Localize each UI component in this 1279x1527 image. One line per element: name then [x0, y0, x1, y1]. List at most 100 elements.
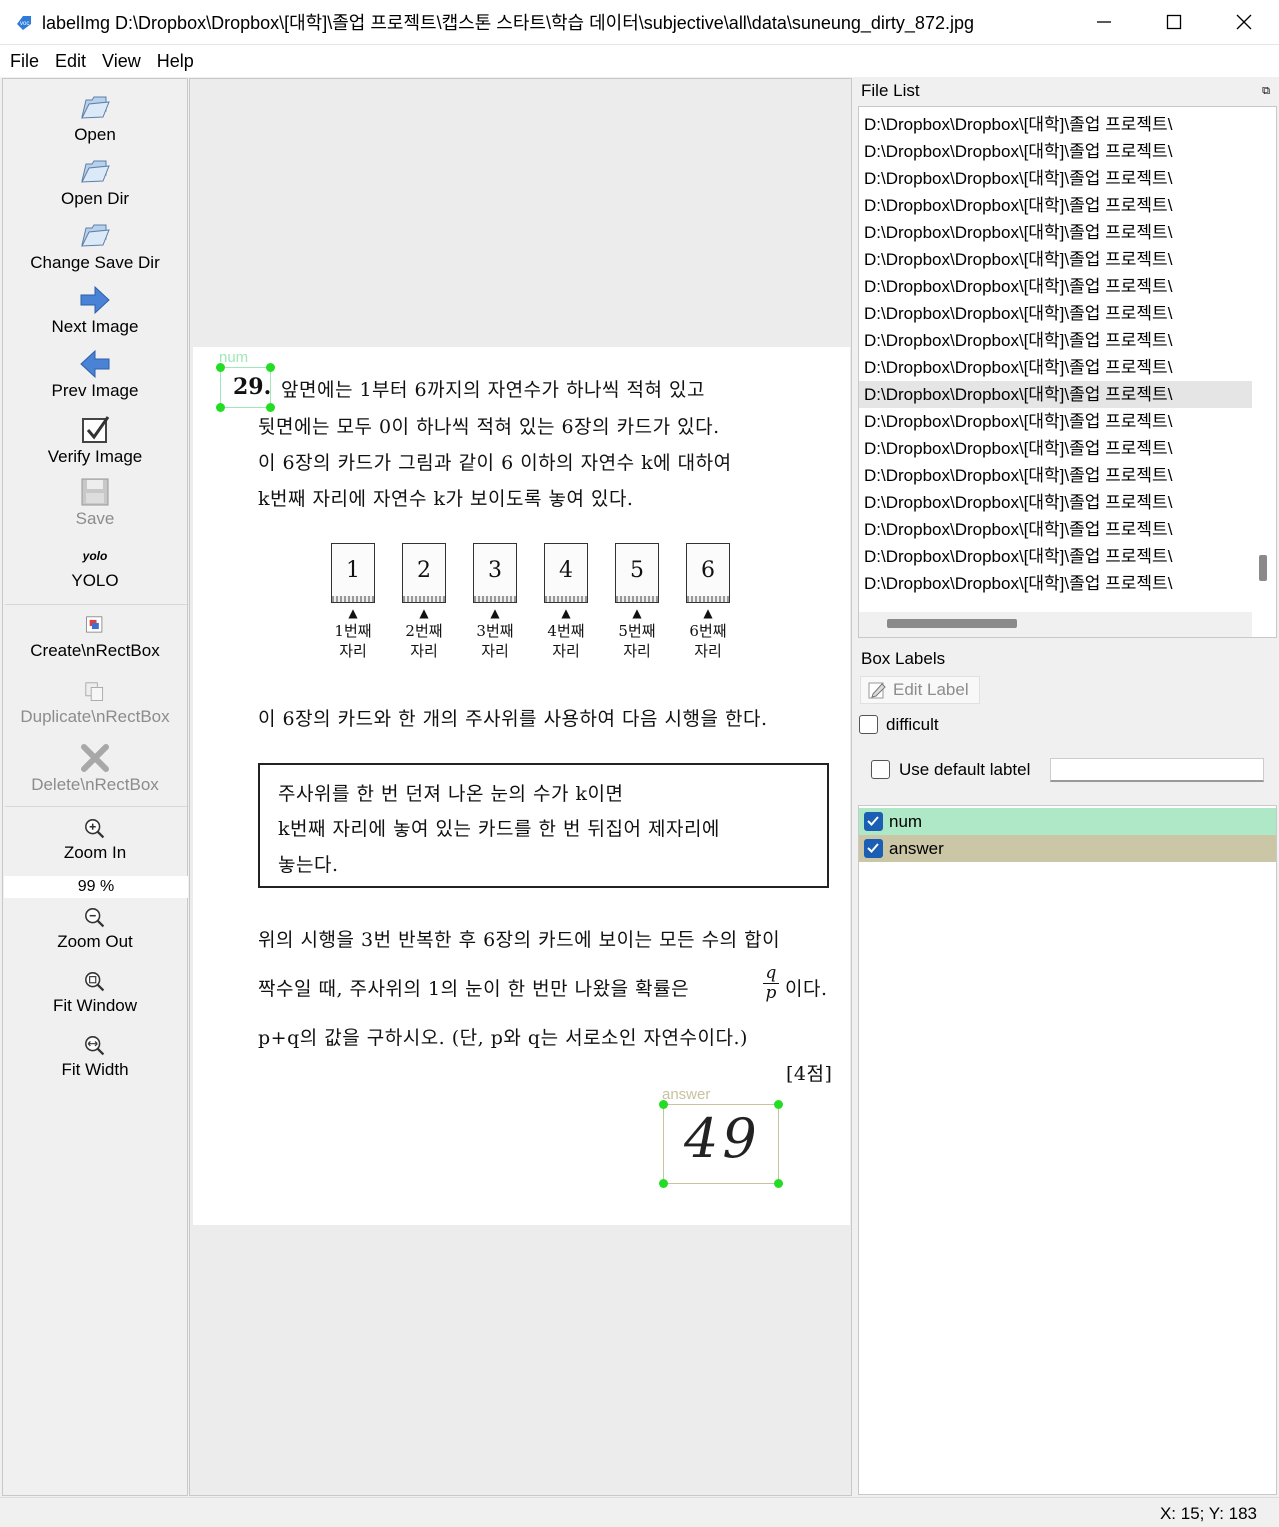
- card: 5: [615, 543, 659, 603]
- file-list-item-selected[interactable]: D:\Dropbox\Dropbox\[대학]\졸업 프로젝트\: [859, 381, 1252, 408]
- zoom-out-button[interactable]: Zoom Out: [3, 904, 187, 952]
- horizontal-scrollbar[interactable]: [887, 619, 1017, 628]
- duplicate-rectbox-button[interactable]: Duplicate\nRectBox: [3, 677, 187, 727]
- vertical-scrollbar[interactable]: [1259, 555, 1267, 581]
- prev-image-button[interactable]: Prev Image: [3, 347, 187, 401]
- folder-open-icon: [81, 96, 110, 119]
- file-list-item[interactable]: D:\Dropbox\Dropbox\[대학]\졸업 프로젝트\: [859, 543, 1252, 570]
- fit-window-icon: [85, 972, 105, 992]
- label-name: num: [889, 812, 923, 831]
- label-checkbox[interactable]: [864, 839, 883, 858]
- file-list-item[interactable]: D:\Dropbox\Dropbox\[대학]\졸업 프로젝트\: [859, 300, 1252, 327]
- verify-image-button[interactable]: Verify Image: [3, 413, 187, 467]
- label-list[interactable]: num answer: [858, 805, 1277, 1495]
- close-button[interactable]: [1209, 0, 1279, 45]
- change-save-dir-button[interactable]: Change Save Dir: [3, 219, 187, 273]
- window-title: labelImg D:\Dropbox\Dropbox\[대학]\졸업 프로젝트…: [42, 13, 974, 33]
- edit-label-button[interactable]: Edit Label: [860, 676, 980, 704]
- next-image-button[interactable]: Next Image: [3, 283, 187, 337]
- problem-line: 이 6장의 카드와 한 개의 주사위를 사용하여 다음 시행을 한다.: [258, 708, 768, 730]
- status-bar: X: 15; Y: 183: [0, 1497, 1279, 1527]
- file-list-item[interactable]: D:\Dropbox\Dropbox\[대학]\졸업 프로젝트\: [859, 462, 1252, 489]
- arrow-up-icon: ▲: [632, 606, 642, 620]
- close-icon: [1236, 14, 1252, 30]
- create-rect-icon: [86, 616, 103, 633]
- label-row-answer[interactable]: answer: [859, 835, 1276, 862]
- zoom-value[interactable]: 99 %: [4, 876, 188, 898]
- file-list-item[interactable]: D:\Dropbox\Dropbox\[대학]\졸업 프로젝트\: [859, 111, 1252, 138]
- procedure-box: 주사위를 한 번 던져 나온 눈의 수가 k이면 k번째 자리에 놓여 있는 카…: [258, 763, 829, 888]
- file-list-item[interactable]: D:\Dropbox\Dropbox\[대학]\졸업 프로젝트\: [859, 408, 1252, 435]
- problem-line: 위의 시행을 3번 반복한 후 6장의 카드에 보이는 모든 수의 합이: [258, 929, 781, 951]
- minimize-button[interactable]: [1069, 0, 1139, 45]
- zoom-in-button[interactable]: Zoom In: [3, 815, 187, 863]
- file-list-item[interactable]: D:\Dropbox\Dropbox\[대학]\졸업 프로젝트\: [859, 246, 1252, 273]
- resize-handle[interactable]: [266, 363, 275, 372]
- delete-rectbox-button[interactable]: Delete\nRectBox: [3, 741, 187, 795]
- slot-label: 5번째 자리: [618, 622, 656, 660]
- create-rectbox-button[interactable]: Create\nRectBox: [3, 611, 187, 661]
- default-label-input[interactable]: [1050, 758, 1264, 782]
- file-list[interactable]: D:\Dropbox\Dropbox\[대학]\졸업 프로젝트\ D:\Drop…: [858, 106, 1277, 638]
- resize-handle[interactable]: [659, 1179, 668, 1188]
- arrow-up-icon: ▲: [703, 606, 713, 620]
- undock-icon[interactable]: ⧉: [1262, 78, 1270, 104]
- fit-width-button[interactable]: Fit Width: [3, 1032, 187, 1080]
- svg-text:voc: voc: [20, 21, 29, 27]
- resize-handle[interactable]: [659, 1100, 668, 1109]
- open-dir-button[interactable]: Open Dir: [3, 155, 187, 209]
- format-button[interactable]: yolo YOLO: [3, 549, 187, 591]
- save-button[interactable]: Save: [3, 475, 187, 529]
- minimize-icon: [1097, 21, 1111, 23]
- zoom-in-icon: [85, 819, 105, 839]
- resize-handle[interactable]: [266, 403, 275, 412]
- file-list-item[interactable]: D:\Dropbox\Dropbox\[대학]\졸업 프로젝트\: [859, 327, 1252, 354]
- bbox-answer[interactable]: answer: [659, 1086, 783, 1188]
- menu-help[interactable]: Help: [149, 51, 202, 72]
- arrow-up-icon: ▲: [348, 606, 358, 620]
- probability-fraction: q p: [763, 964, 779, 1003]
- menu-file[interactable]: File: [2, 51, 47, 72]
- image-canvas[interactable]: 29. 앞면에는 1부터 6까지의 자연수가 하나씩 적혀 있고 뒷면에는 모두…: [189, 78, 852, 1496]
- resize-handle[interactable]: [216, 363, 225, 372]
- resize-handle[interactable]: [216, 403, 225, 412]
- slot-label: 6번째 자리: [689, 622, 727, 660]
- difficult-checkbox[interactable]: [859, 715, 878, 734]
- arrow-up-icon: ▲: [561, 606, 571, 620]
- card: 6: [686, 543, 730, 603]
- file-list-item[interactable]: D:\Dropbox\Dropbox\[대학]\졸업 프로젝트\: [859, 219, 1252, 246]
- file-list-item[interactable]: D:\Dropbox\Dropbox\[대학]\졸업 프로젝트\: [859, 489, 1252, 516]
- checkbox-icon: [82, 416, 110, 443]
- file-list-item[interactable]: D:\Dropbox\Dropbox\[대학]\졸업 프로젝트\: [859, 192, 1252, 219]
- file-list-item[interactable]: D:\Dropbox\Dropbox\[대학]\졸업 프로젝트\: [859, 354, 1252, 381]
- problem-line: k번째 자리에 자연수 k가 보이도록 놓여 있다.: [258, 488, 634, 510]
- box-line: k번째 자리에 놓여 있는 카드를 한 번 뒤집어 제자리에: [278, 818, 720, 840]
- file-list-item[interactable]: D:\Dropbox\Dropbox\[대학]\졸업 프로젝트\: [859, 138, 1252, 165]
- label-name: answer: [889, 839, 944, 858]
- use-default-label-checkbox[interactable]: [871, 760, 890, 779]
- slot-label: 2번째 자리: [405, 622, 443, 660]
- fit-window-label: Fit Window: [52, 996, 138, 1015]
- file-list-item[interactable]: D:\Dropbox\Dropbox\[대학]\졸업 프로젝트\: [859, 273, 1252, 300]
- bbox-num[interactable]: num: [216, 349, 275, 412]
- folder-open-icon: [81, 160, 110, 183]
- open-button[interactable]: Open: [3, 91, 187, 145]
- problem-line: p+q의 값을 구하시오. (단, p와 q는 서로소인 자연수이다.): [258, 1027, 748, 1049]
- toolbar: Open Open Dir Change Save Dir Next Image…: [2, 78, 188, 1496]
- menu-view[interactable]: View: [94, 51, 149, 72]
- file-list-item[interactable]: D:\Dropbox\Dropbox\[대학]\졸업 프로젝트\: [859, 570, 1252, 597]
- resize-handle[interactable]: [774, 1179, 783, 1188]
- file-list-item[interactable]: D:\Dropbox\Dropbox\[대학]\졸업 프로젝트\: [859, 165, 1252, 192]
- label-row-num[interactable]: num: [859, 808, 1276, 835]
- file-list-item[interactable]: D:\Dropbox\Dropbox\[대학]\졸업 프로젝트\: [859, 435, 1252, 462]
- arrow-up-icon: ▲: [490, 606, 500, 620]
- problem-line: 뒷면에는 모두 0이 하나씩 적혀 있는 6장의 카드가 있다.: [258, 416, 720, 438]
- file-list-item[interactable]: D:\Dropbox\Dropbox\[대학]\졸업 프로젝트\: [859, 516, 1252, 543]
- fit-window-button[interactable]: Fit Window: [3, 968, 187, 1016]
- menu-edit[interactable]: Edit: [47, 51, 94, 72]
- label-checkbox[interactable]: [864, 812, 883, 831]
- box-labels-header: Box Labels: [857, 646, 1278, 672]
- resize-handle[interactable]: [774, 1100, 783, 1109]
- card-figure: 1 2 3 4 5 6 ▲ ▲ ▲ ▲ ▲ ▲ 1번째 자리 2번째 자리 3번째 자…: [331, 543, 731, 673]
- maximize-button[interactable]: [1139, 0, 1209, 45]
